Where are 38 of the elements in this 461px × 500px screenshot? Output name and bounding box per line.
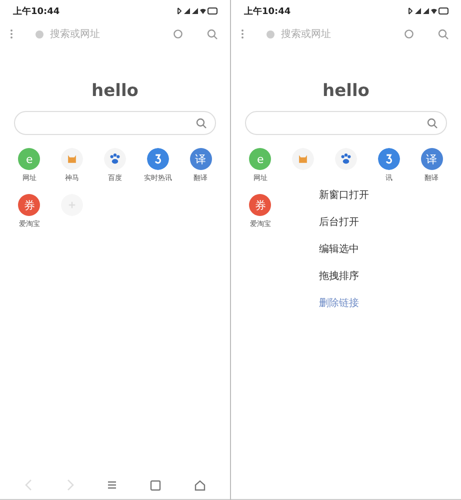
shortcut-icon[interactable]: e — [249, 148, 272, 170]
address-field[interactable]: 搜索或网址 — [50, 27, 167, 41]
shortcut-icon[interactable]: 译 — [420, 148, 443, 170]
search-field[interactable] — [14, 111, 216, 135]
paw-icon[interactable] — [104, 148, 126, 170]
refresh-icon[interactable] — [173, 29, 183, 39]
greeting-heading: hello — [322, 81, 370, 101]
menu-item[interactable]: 拖拽排序 — [319, 269, 403, 283]
status-icons — [407, 7, 449, 15]
refresh-icon[interactable] — [404, 29, 414, 39]
status-time: 上午10:44 — [13, 5, 60, 18]
shortcut-icon[interactable]: 券 — [249, 194, 272, 216]
cat-icon[interactable] — [292, 148, 314, 170]
globe-icon — [35, 30, 44, 38]
menu-item[interactable]: 新窗口打开 — [319, 188, 403, 202]
menu-icon[interactable] — [106, 480, 116, 490]
paw-icon[interactable] — [334, 148, 357, 170]
shortcut-icon[interactable]: 券 — [18, 194, 40, 216]
search-field[interactable] — [245, 111, 447, 135]
status-time: 上午10:44 — [244, 5, 291, 18]
menu-icon[interactable] — [241, 29, 244, 39]
menu-item[interactable]: 删除链接 — [319, 296, 403, 310]
cat-icon[interactable] — [61, 148, 84, 170]
address-field[interactable]: 搜索或网址 — [281, 27, 398, 41]
search-icon[interactable] — [196, 118, 207, 128]
status-icons — [176, 7, 218, 15]
menu-item[interactable]: 后台打开 — [319, 215, 403, 229]
search-icon[interactable] — [207, 28, 218, 40]
home-icon[interactable] — [194, 480, 206, 490]
tabs-icon[interactable] — [150, 480, 160, 490]
menu-icon[interactable] — [10, 29, 13, 39]
search-icon[interactable] — [427, 118, 438, 128]
search-icon[interactable] — [438, 28, 449, 40]
shortcut-icon[interactable]: 译 — [190, 148, 212, 170]
globe-icon — [266, 30, 275, 38]
menu-item[interactable]: 编辑选中 — [319, 242, 403, 256]
shortcut-icon[interactable]: e — [18, 148, 40, 170]
greeting-heading: hello — [90, 81, 140, 101]
